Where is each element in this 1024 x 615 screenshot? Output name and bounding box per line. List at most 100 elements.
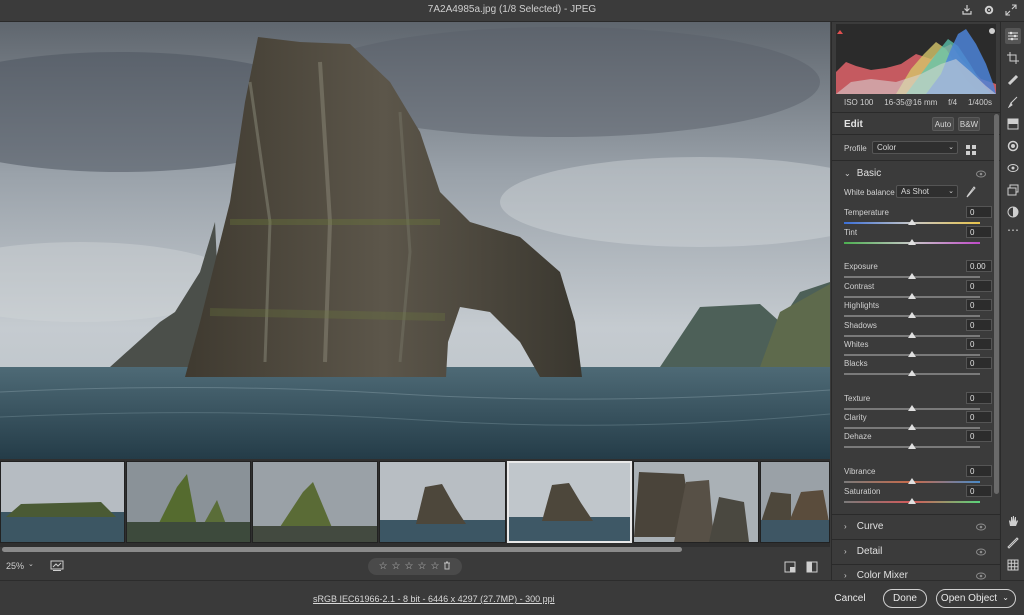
- slider-handle[interactable]: [908, 443, 916, 449]
- crop-icon[interactable]: [1005, 50, 1021, 66]
- brush-icon[interactable]: [1005, 94, 1021, 110]
- hand-tool-icon[interactable]: [1005, 513, 1021, 529]
- fullscreen-icon[interactable]: [1004, 3, 1018, 17]
- star-icon[interactable]: ☆: [392, 561, 401, 572]
- compare-view-icon[interactable]: [806, 560, 818, 578]
- slider-value-field[interactable]: 0: [966, 485, 992, 497]
- slider-handle[interactable]: [908, 351, 916, 357]
- graduated-filter-icon[interactable]: [1005, 116, 1021, 132]
- slider-handle[interactable]: [908, 293, 916, 299]
- bw-button[interactable]: B&W: [958, 117, 980, 131]
- slider-shadows[interactable]: Shadows 0: [844, 319, 992, 341]
- slider-value-field[interactable]: 0: [966, 299, 992, 311]
- photo-canvas[interactable]: [0, 22, 830, 459]
- slider-handle[interactable]: [908, 424, 916, 430]
- snapshots-icon[interactable]: [1005, 182, 1021, 198]
- slider-clarity[interactable]: Clarity 0: [844, 411, 992, 433]
- red-eye-icon[interactable]: [1005, 160, 1021, 176]
- slider-value-field[interactable]: 0: [966, 319, 992, 331]
- star-icon[interactable]: ☆: [417, 561, 426, 572]
- slider-texture[interactable]: Texture 0: [844, 392, 992, 414]
- slider-handle[interactable]: [908, 219, 916, 225]
- star-icon[interactable]: ☆: [430, 561, 439, 572]
- slider-value-field[interactable]: 0: [966, 338, 992, 350]
- slider-value-field[interactable]: 0: [966, 226, 992, 238]
- slider-exposure[interactable]: Exposure 0.00: [844, 260, 992, 282]
- slider-highlights[interactable]: Highlights 0: [844, 299, 992, 321]
- done-button[interactable]: Done: [883, 589, 927, 608]
- slider-contrast[interactable]: Contrast 0: [844, 280, 992, 302]
- profile-select[interactable]: Color ⌄: [872, 141, 958, 154]
- slider-value-field[interactable]: 0: [966, 465, 992, 477]
- slider-blacks[interactable]: Blacks 0: [844, 357, 992, 379]
- grid-overlay-icon[interactable]: [1005, 557, 1021, 573]
- slider-handle[interactable]: [908, 332, 916, 338]
- section-detail-header[interactable]: › Detail: [844, 546, 882, 557]
- gear-icon[interactable]: [982, 3, 996, 17]
- eyedropper-icon[interactable]: [966, 185, 976, 203]
- star-icon[interactable]: ☆: [379, 561, 388, 572]
- slider-value-field[interactable]: 0.00: [966, 260, 992, 272]
- thumbnail[interactable]: [252, 461, 378, 543]
- thumbnail[interactable]: [0, 461, 125, 543]
- thumbnail[interactable]: [633, 461, 759, 543]
- thumbnail[interactable]: [379, 461, 506, 543]
- presets-icon[interactable]: [1005, 204, 1021, 220]
- thumbnail[interactable]: [760, 461, 830, 543]
- auto-button[interactable]: Auto: [932, 117, 954, 131]
- slider-handle[interactable]: [908, 239, 916, 245]
- slider-whites[interactable]: Whites 0: [844, 338, 992, 360]
- star-rating[interactable]: ☆ ☆ ☆ ☆ ☆: [368, 558, 462, 575]
- chevron-down-icon[interactable]: ⌄: [1002, 593, 1009, 602]
- thumbnail[interactable]: [126, 461, 251, 543]
- trash-icon[interactable]: [443, 561, 451, 573]
- profile-browser-icon[interactable]: [966, 142, 976, 160]
- visibility-eye-icon[interactable]: [976, 523, 986, 531]
- workflow-options-link[interactable]: sRGB IEC61966-2.1 - 8 bit - 6446 x 4297 …: [313, 594, 555, 604]
- slider-handle[interactable]: [908, 498, 916, 504]
- slider-handle[interactable]: [908, 312, 916, 318]
- slider-dehaze[interactable]: Dehaze 0: [844, 430, 992, 452]
- sampler-icon[interactable]: [1005, 535, 1021, 551]
- slider-value-field[interactable]: 0: [966, 206, 992, 218]
- slider-value-field[interactable]: 0: [966, 392, 992, 404]
- zoom-level[interactable]: 25%: [6, 561, 24, 571]
- slider-value-field[interactable]: 0: [966, 280, 992, 292]
- slider-vibrance[interactable]: Vibrance 0: [844, 465, 992, 487]
- open-object-button[interactable]: Open Object ⌄: [936, 589, 1016, 608]
- slider-handle[interactable]: [908, 273, 916, 279]
- save-icon[interactable]: [960, 3, 974, 17]
- slider-handle[interactable]: [908, 405, 916, 411]
- more-options-icon[interactable]: ⋯: [1005, 222, 1021, 238]
- slider-value-field[interactable]: 0: [966, 430, 992, 442]
- slider-handle[interactable]: [908, 370, 916, 376]
- visibility-eye-icon[interactable]: [976, 170, 986, 178]
- slider-saturation[interactable]: Saturation 0: [844, 485, 992, 507]
- section-curve-label: Curve: [856, 521, 884, 532]
- white-balance-label: White balance: [844, 188, 895, 197]
- filmstrip-scrollbar[interactable]: [2, 547, 682, 552]
- thumbnail-selected[interactable]: [507, 461, 632, 543]
- slider-handle[interactable]: [908, 478, 916, 484]
- edit-sliders-icon[interactable]: [1005, 28, 1021, 44]
- filmstrip-toggle-icon[interactable]: [50, 559, 64, 571]
- star-icon[interactable]: ☆: [405, 561, 414, 572]
- section-basic-label: Basic: [856, 168, 882, 179]
- profile-label: Profile: [844, 144, 867, 153]
- slider-value-field[interactable]: 0: [966, 411, 992, 423]
- slider-tint[interactable]: Tint 0: [844, 226, 992, 248]
- visibility-eye-icon[interactable]: [976, 572, 986, 580]
- visibility-eye-icon[interactable]: [976, 548, 986, 556]
- chevron-down-icon[interactable]: ⌄: [28, 560, 34, 568]
- slider-temperature[interactable]: Temperature 0: [844, 206, 992, 228]
- slider-value-field[interactable]: 0: [966, 357, 992, 369]
- healing-icon[interactable]: [1005, 72, 1021, 88]
- white-balance-select[interactable]: As Shot ⌄: [896, 185, 958, 198]
- radial-filter-icon[interactable]: [1005, 138, 1021, 154]
- panel-scrollbar[interactable]: [994, 114, 999, 494]
- before-after-icon[interactable]: [784, 560, 796, 578]
- section-curve-header[interactable]: › Curve: [844, 521, 883, 532]
- section-basic-header[interactable]: ⌄ Basic: [844, 168, 881, 179]
- cancel-button[interactable]: Cancel: [830, 589, 870, 608]
- iso-value: ISO 100: [844, 98, 874, 107]
